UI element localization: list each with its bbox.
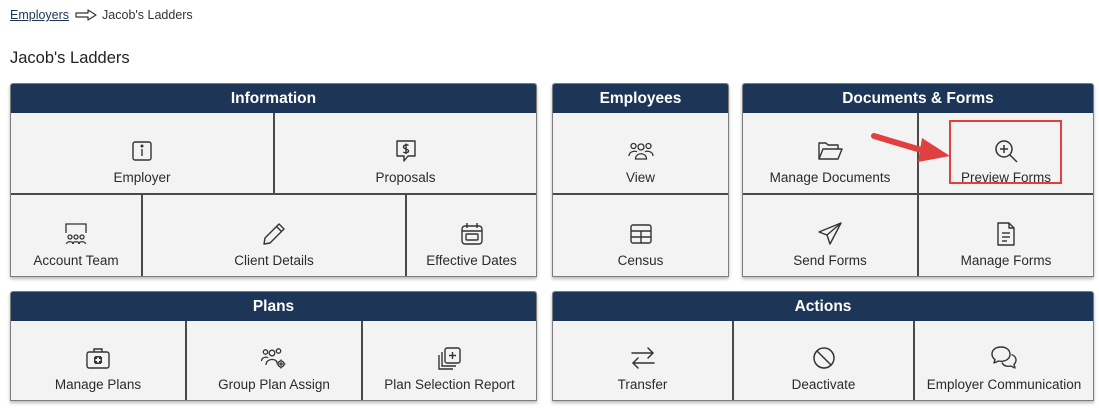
breadcrumb: Employers Jacob's Ladders	[10, 7, 193, 23]
plan-selection-report-tile[interactable]: Plan Selection Report	[363, 321, 536, 400]
preview-forms-tile[interactable]: Preview Forms	[919, 113, 1093, 193]
medical-kit-icon	[83, 343, 113, 373]
documents-forms-panel-header: Documents & Forms	[743, 84, 1093, 113]
preview-forms-label: Preview Forms	[960, 170, 1051, 185]
census-label: Census	[617, 253, 664, 268]
employees-panel: Employees View Census	[552, 83, 729, 277]
proposals-tile[interactable]: Proposals	[275, 113, 536, 193]
page-title: Jacob's Ladders	[10, 49, 130, 67]
breadcrumb-employers-link[interactable]: Employers	[10, 8, 69, 22]
group-plan-assign-label: Group Plan Assign	[218, 377, 330, 392]
census-tile[interactable]: Census	[553, 195, 728, 276]
arrow-right-outline-icon	[75, 9, 97, 21]
manage-documents-label: Manage Documents	[769, 170, 891, 185]
ban-icon	[809, 343, 839, 373]
actions-panel-header: Actions	[553, 292, 1093, 321]
presentation-team-icon	[61, 219, 91, 249]
documents-forms-panel: Documents & Forms Manage Documents Previ…	[742, 83, 1094, 277]
employer-label: Employer	[113, 170, 171, 185]
information-panel: Information Employer Proposals Account T…	[10, 83, 537, 277]
transfer-arrows-icon	[628, 343, 658, 373]
effective-dates-label: Effective Dates	[426, 253, 517, 268]
breadcrumb-current: Jacob's Ladders	[102, 8, 193, 22]
group-plan-assign-tile[interactable]: Group Plan Assign	[187, 321, 363, 400]
plan-selection-report-label: Plan Selection Report	[384, 377, 515, 392]
manage-plans-tile[interactable]: Manage Plans	[11, 321, 187, 400]
transfer-label: Transfer	[617, 377, 668, 392]
information-panel-header: Information	[11, 84, 536, 113]
account-team-label: Account Team	[33, 253, 119, 268]
effective-dates-tile[interactable]: Effective Dates	[407, 195, 536, 276]
manage-forms-tile[interactable]: Manage Forms	[919, 195, 1093, 276]
proposals-label: Proposals	[375, 170, 436, 185]
account-team-tile[interactable]: Account Team	[11, 195, 143, 276]
actions-panel: Actions Transfer Deactivate Employer Com…	[552, 291, 1094, 401]
transfer-tile[interactable]: Transfer	[553, 321, 734, 400]
employees-view-tile[interactable]: View	[553, 113, 728, 193]
send-forms-label: Send Forms	[793, 253, 867, 268]
users-gear-icon	[259, 343, 289, 373]
plans-panel: Plans Manage Plans Group Plan Assign Pla…	[10, 291, 537, 401]
folder-open-icon	[815, 136, 845, 166]
dollar-chat-icon	[391, 136, 421, 166]
calendar-icon	[457, 219, 487, 249]
employees-panel-header: Employees	[553, 84, 728, 113]
deactivate-label: Deactivate	[791, 377, 856, 392]
manage-plans-label: Manage Plans	[54, 377, 142, 392]
stacked-plus-icon	[435, 343, 465, 373]
employer-communication-label: Employer Communication	[926, 377, 1082, 392]
chat-bubbles-icon	[989, 343, 1019, 373]
client-details-tile[interactable]: Client Details	[143, 195, 407, 276]
manage-forms-label: Manage Forms	[960, 253, 1052, 268]
deactivate-tile[interactable]: Deactivate	[734, 321, 915, 400]
employer-tile[interactable]: Employer	[11, 113, 275, 193]
send-forms-tile[interactable]: Send Forms	[743, 195, 919, 276]
pencil-icon	[259, 219, 289, 249]
file-text-icon	[991, 219, 1021, 249]
plans-panel-header: Plans	[11, 292, 536, 321]
employer-communication-tile[interactable]: Employer Communication	[915, 321, 1093, 400]
client-details-label: Client Details	[234, 253, 314, 268]
employees-view-label: View	[625, 170, 656, 185]
info-icon	[127, 136, 157, 166]
table-icon	[626, 219, 656, 249]
send-icon	[815, 219, 845, 249]
zoom-in-icon	[991, 136, 1021, 166]
users-icon	[626, 136, 656, 166]
manage-documents-tile[interactable]: Manage Documents	[743, 113, 919, 193]
